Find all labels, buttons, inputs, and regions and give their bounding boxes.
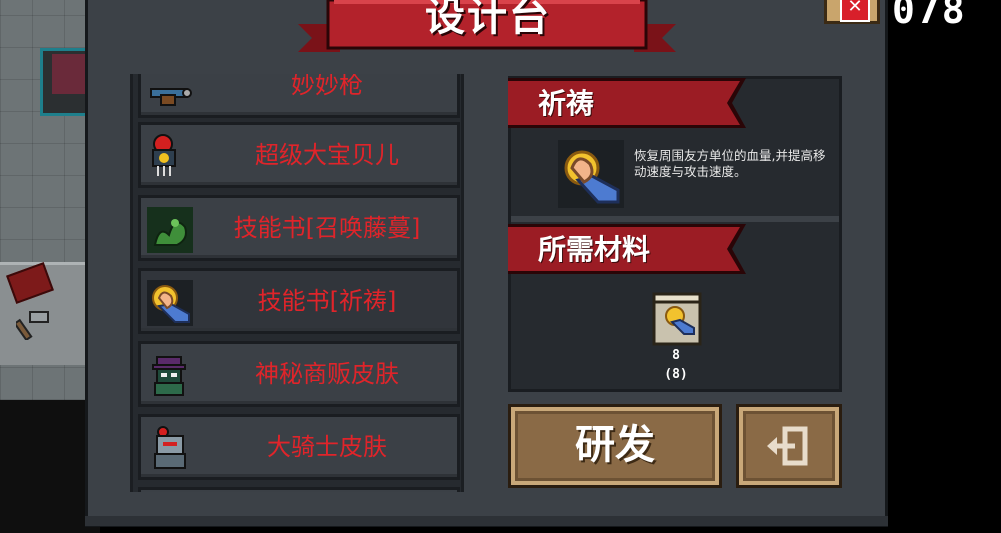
item-description: 恢复周围友方单位的血量,并提高移动速度与攻击速度。 <box>634 148 826 179</box>
list-item-knight-skin[interactable]: 大骑士皮肤 <box>138 414 460 480</box>
knight-skin-icon <box>154 426 186 469</box>
list-item-label: 超级大宝贝儿 <box>255 141 399 169</box>
research-button-label: 研发 <box>575 422 655 468</box>
list-item-vine-skillbook[interactable]: 技能书[召唤藤蔓] <box>138 195 460 261</box>
list-item-partial[interactable] <box>138 487 460 492</box>
item-preview <box>558 140 624 208</box>
material-owned-count: (8) <box>664 367 688 382</box>
prayer-scroll-icon <box>652 292 702 346</box>
panel-title: 设计台 <box>425 0 551 40</box>
list-item-label: 技能书[召唤藤蔓] <box>233 214 421 242</box>
detail-divider <box>511 216 839 222</box>
item-name: 祈祷 <box>538 87 595 120</box>
list-item-label: 技能书[祈祷] <box>257 287 397 315</box>
prayer-skillbook-icon <box>147 280 193 326</box>
list-item-super-baby[interactable]: 超级大宝贝儿 <box>138 122 460 188</box>
panel-bottom-edge <box>85 516 888 526</box>
vine-skillbook-icon <box>147 207 193 253</box>
list-item-magic-gun[interactable]: 妙妙枪 <box>138 74 460 118</box>
list-item-prayer-skillbook[interactable]: 技能书[祈祷] <box>138 268 460 334</box>
materials-header: 所需材料 <box>538 233 651 266</box>
robot-pet-icon <box>152 134 176 176</box>
list-item-label: 神秘商贩皮肤 <box>255 360 399 388</box>
recipe-list[interactable]: 妙妙枪 超级大宝贝儿 技能书[召唤藤蔓] 技能书[祈祷] 神秘商贩皮肤 大骑士皮… <box>130 74 464 492</box>
list-item-merchant-skin[interactable]: 神秘商贩皮肤 <box>138 341 460 407</box>
material-required-count: 8 <box>672 348 680 363</box>
close-icon: ✕ <box>840 0 870 22</box>
list-item-label: 大骑士皮肤 <box>267 433 387 461</box>
gem-counter: 078 <box>892 0 967 32</box>
exit-icon <box>767 426 808 466</box>
research-button[interactable]: 研发 <box>508 404 722 488</box>
exit-button[interactable] <box>736 404 842 488</box>
gun-icon <box>150 88 192 106</box>
prayer-skillbook-icon <box>564 150 620 204</box>
material-slot <box>648 290 706 348</box>
hammer-icon <box>16 311 49 340</box>
close-button[interactable]: ✕ <box>824 0 880 24</box>
merchant-skin-icon <box>152 356 186 396</box>
list-item-label: 妙妙枪 <box>291 74 363 99</box>
